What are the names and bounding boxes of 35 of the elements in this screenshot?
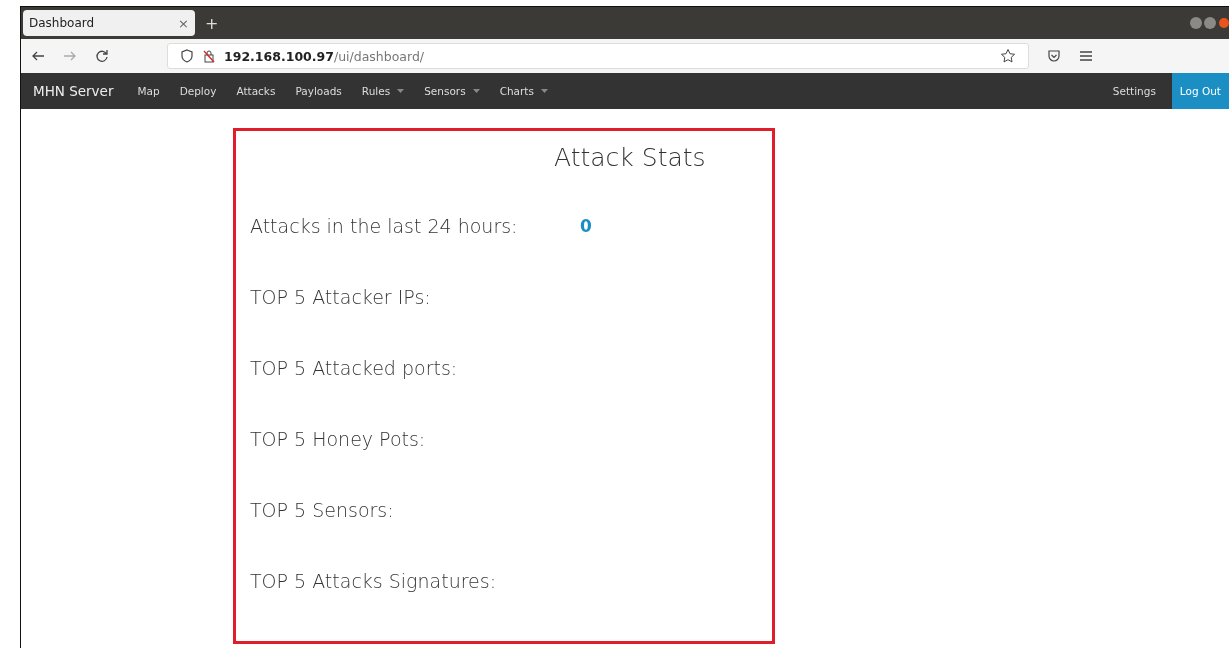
caret-icon [540,89,548,93]
nav-link[interactable]: Payloads [295,85,342,97]
new-tab-button[interactable]: + [205,13,219,33]
tab-close-button[interactable]: × [178,15,189,31]
stat-label: TOP 5 Honey Pots: [250,427,427,450]
star-icon[interactable] [1000,48,1016,64]
nav-link[interactable]: Settings [1104,73,1164,109]
brand-link[interactable]: MHN Server [33,83,114,99]
nav-link[interactable]: Deploy [179,85,217,97]
stat-label: TOP 5 Attacks Signatures: [250,569,498,592]
tab-title: Dashboard [29,16,95,30]
browser-tab[interactable]: Dashboard × [23,10,195,36]
stat-label: TOP 5 Attacker IPs: [250,285,432,308]
stats-title: Attack Stats [554,143,707,172]
nav-link[interactable]: Rules [361,85,405,97]
caret-icon [397,89,405,93]
pocket-icon[interactable] [1047,49,1061,63]
address-bar[interactable]: 192.168.100.97/ui/dashboard/ [167,43,1029,69]
window-controls-icon[interactable] [1189,16,1229,30]
reload-icon[interactable] [95,49,109,63]
stat-label: Attacks in the last 24 hours: [250,214,519,237]
nav-link[interactable]: Charts [499,85,548,97]
nav-link[interactable]: Sensors [424,85,480,97]
insecure-lock-icon [202,49,216,63]
menu-icon[interactable] [1079,49,1093,63]
stat-value: 0 [580,215,592,236]
logout-button[interactable]: Log Out [1171,73,1229,109]
back-arrow-icon[interactable] [31,49,45,63]
stat-label: TOP 5 Attacked ports: [250,356,459,379]
nav-link[interactable]: Map [137,85,160,97]
stat-label: TOP 5 Sensors: [250,498,395,521]
nav-link[interactable]: Attacks [236,85,276,97]
url-text: 192.168.100.97/ui/dashboard/ [224,48,425,64]
shield-icon [180,49,194,63]
caret-icon [472,89,480,93]
